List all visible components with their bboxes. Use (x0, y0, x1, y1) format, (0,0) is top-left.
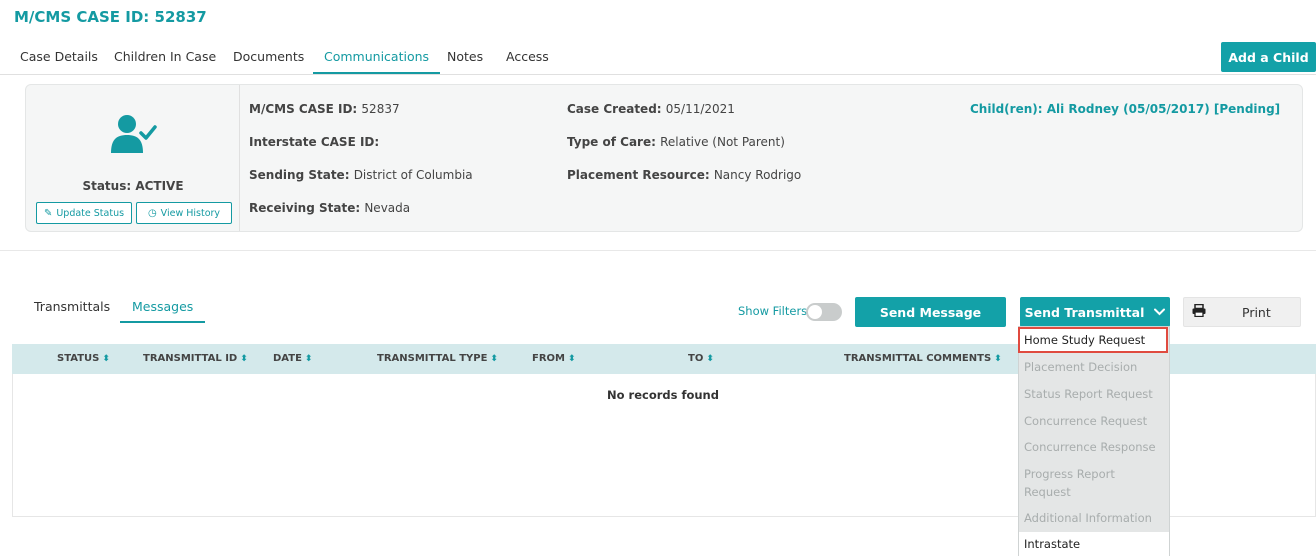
send-transmittal-button[interactable]: Send Transmittal (1020, 297, 1170, 327)
highlighted-menu-item[interactable]: Home Study Request (1018, 327, 1168, 353)
receiving-state-value: Nevada (364, 201, 411, 215)
show-filters-toggle[interactable] (806, 303, 842, 321)
children-link[interactable]: Child(ren): Ali Rodney (05/05/2017) [Pen… (970, 102, 1280, 116)
menu-item-home-study-request[interactable]: Home Study Request (1024, 331, 1164, 349)
sending-state-field: Sending State: District of Columbia (249, 168, 473, 182)
menu-item-additional-information: Additional Information (1024, 511, 1152, 525)
column-header-transmittal-id[interactable]: TRANSMITTAL ID ⬍ (143, 353, 248, 364)
history-clock-icon: ◷ (147, 207, 157, 219)
send-message-button[interactable]: Send Message (855, 297, 1006, 327)
column-label: FROM (532, 353, 565, 364)
tab-children-in-case[interactable]: Children In Case (114, 49, 216, 72)
interstate-case-id-label: Interstate CASE ID: (249, 135, 380, 149)
show-filters-label: Show Filters (738, 304, 808, 318)
update-status-button[interactable]: ✎ Update Status (36, 202, 132, 224)
column-label: TRANSMITTAL TYPE (377, 353, 488, 364)
placement-resource-value: Nancy Rodrigo (713, 168, 802, 182)
column-label: TRANSMITTAL COMMENTS (844, 353, 992, 364)
case-summary-panel: Status: ACTIVE ✎ Update Status ◷ View Hi… (25, 84, 1303, 232)
case-created-field: Case Created: 05/11/2021 (567, 102, 735, 116)
main-tabs: Case Details Children In Case Documents … (0, 44, 1316, 76)
tab-communications[interactable]: Communications (313, 49, 441, 74)
mcms-case-id-value: 52837 (361, 102, 400, 116)
sort-icon: ⬍ (706, 354, 714, 364)
mcms-case-id-field: M/CMS CASE ID: 52837 (249, 102, 400, 116)
add-child-button[interactable]: Add a Child (1221, 42, 1316, 72)
tab-documents[interactable]: Documents (233, 49, 304, 72)
type-of-care-label: Type of Care: (567, 135, 656, 149)
tabs-divider (0, 74, 1316, 75)
case-created-value: 05/11/2021 (665, 102, 735, 116)
column-label: DATE (273, 353, 302, 364)
toggle-knob (808, 305, 822, 319)
sort-icon: ⬍ (490, 354, 498, 364)
type-of-care-field: Type of Care: Relative (Not Parent) (567, 135, 785, 149)
case-status-block: Status: ACTIVE ✎ Update Status ◷ View Hi… (26, 85, 240, 231)
view-history-button[interactable]: ◷ View History (136, 202, 232, 224)
section-divider (0, 250, 1316, 251)
menu-item-progress-report-request: Progress Report Request (1024, 467, 1115, 499)
menu-item-concurrence-request: Concurrence Request (1024, 414, 1148, 428)
view-history-label: View History (160, 207, 221, 219)
sort-icon: ⬍ (994, 354, 1002, 364)
column-header-transmittal-type[interactable]: TRANSMITTAL TYPE ⬍ (377, 353, 498, 364)
subtab-transmittals[interactable]: Transmittals (34, 299, 110, 321)
mcms-case-id-label: M/CMS CASE ID: (249, 102, 358, 116)
sort-icon: ⬍ (102, 354, 110, 364)
edit-icon: ✎ (43, 207, 53, 219)
interstate-case-id-field: Interstate CASE ID: (249, 135, 379, 149)
print-button[interactable]: Print (1183, 297, 1301, 327)
menu-item-placement-decision: Placement Decision (1024, 360, 1138, 374)
tab-notes[interactable]: Notes (447, 49, 483, 72)
tab-access[interactable]: Access (506, 49, 549, 72)
column-header-to[interactable]: TO ⬍ (688, 353, 714, 364)
user-check-icon (111, 115, 157, 153)
page-title: M/CMS CASE ID: 52837 (14, 8, 207, 26)
subtab-messages[interactable]: Messages (120, 299, 206, 323)
update-status-label: Update Status (56, 207, 125, 219)
sending-state-value: District of Columbia (353, 168, 473, 182)
placement-resource-label: Placement Resource: (567, 168, 710, 182)
column-header-transmittal-comments[interactable]: TRANSMITTAL COMMENTS ⬍ (844, 353, 1002, 364)
placement-resource-field: Placement Resource: Nancy Rodrigo (567, 168, 801, 182)
receiving-state-label: Receiving State: (249, 201, 361, 215)
print-label: Print (1242, 304, 1271, 320)
send-transmittal-dropdown: Home Study Request Placement Decision St… (1018, 326, 1170, 556)
sort-icon: ⬍ (304, 354, 313, 364)
case-created-label: Case Created: (567, 102, 662, 116)
status-label: Status: ACTIVE (82, 179, 184, 193)
column-label: TRANSMITTAL ID (143, 353, 238, 364)
tab-case-details[interactable]: Case Details (20, 49, 98, 72)
sending-state-label: Sending State: (249, 168, 350, 182)
chevron-down-icon (1154, 308, 1166, 316)
column-header-status[interactable]: STATUS ⬍ (57, 353, 110, 364)
menu-item-concurrence-response: Concurrence Response (1024, 440, 1156, 454)
type-of-care-value: Relative (Not Parent) (660, 135, 785, 149)
receiving-state-field: Receiving State: Nevada (249, 201, 410, 215)
column-header-from[interactable]: FROM ⬍ (532, 353, 576, 364)
menu-item-status-report-request: Status Report Request (1024, 387, 1153, 401)
send-transmittal-label: Send Transmittal (1024, 304, 1145, 320)
column-header-date[interactable]: DATE ⬍ (273, 353, 312, 364)
sort-icon: ⬍ (240, 354, 248, 364)
sort-icon: ⬍ (567, 354, 576, 364)
column-label: STATUS (57, 353, 100, 364)
printer-icon (1192, 303, 1206, 321)
column-label: TO (688, 353, 704, 364)
menu-item-intrastate[interactable]: Intrastate (1019, 532, 1169, 556)
